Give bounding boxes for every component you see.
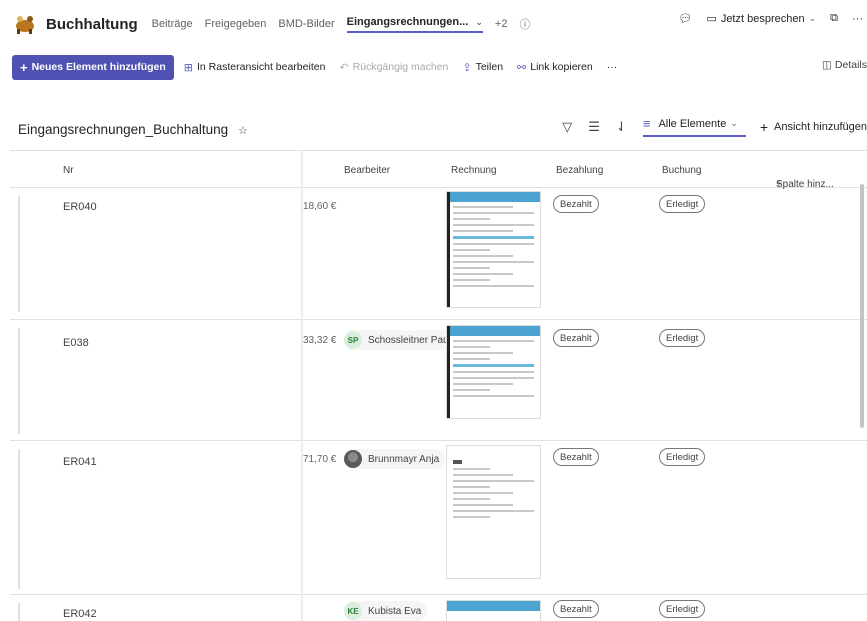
info-icon[interactable]: ⓘ [519,16,530,32]
grid-header: Nr Bearbeiter Rechnung Bezahlung Buchung… [10,151,867,190]
add-view-button[interactable]: + Ansicht hinzufügen [760,119,867,135]
row-selector[interactable] [18,196,20,312]
tab-eingangsrechnungen[interactable]: Eingangsrechnungen... ⌄ [346,15,483,33]
person-chip[interactable]: SP Schossleitner Paul [344,330,457,350]
details-label: Details [834,59,867,71]
status-badge-buchung[interactable]: Erledigt [659,195,706,213]
table-row[interactable]: ER042 KE Kubista Eva Bezahlt Erledigt [10,595,867,621]
copy-link-button[interactable]: ⚯ Link kopieren [517,61,593,74]
person-name: Brunnmayr Anja [368,453,440,465]
grid-edit-button[interactable]: ⊞ In Rasteransicht bearbeiten [184,61,326,74]
column-header-rechnung[interactable]: Rechnung [451,165,497,176]
view-bar: Eingangsrechnungen_Buchhaltung ☆ ▽ ☰ ⇃ ≡… [0,114,867,146]
details-button[interactable]: ◫ Details [822,59,867,71]
chevron-down-icon: ⌄ [808,13,817,23]
meeting-controls: 💬︎ ▭ Jetzt besprechen ⌄ ⧉ ··· [678,12,867,25]
share-label: Teilen [475,61,504,73]
avatar: SP [344,331,362,349]
vertical-scrollbar[interactable] [860,184,864,428]
tab-eingangsrechnungen-label: Eingangsrechnungen... [346,15,469,28]
chat-icon[interactable]: 💬︎ [678,12,692,25]
table-row[interactable]: ER041 71,70 € Brunnmayr Anja Bezahlt Erl… [10,441,867,595]
list-grid: Nr Bearbeiter Rechnung Bezahlung Buchung… [10,150,867,621]
invoice-thumbnail[interactable] [446,445,541,579]
grid-edit-label: In Rasteransicht bearbeiten [197,61,326,73]
share-screen-icon[interactable]: ⧉ [830,12,838,25]
row-selector[interactable] [18,449,20,589]
meet-now-button[interactable]: ▭ Jetzt besprechen ⌄ [706,12,817,26]
status-badge-buchung[interactable]: Erledigt [659,448,706,466]
top-bar: Buchhaltung Beiträge Freigegeben BMD-Bil… [0,0,867,48]
row-selector[interactable] [18,603,20,621]
view-selector[interactable]: ≡ Alle Elemente ⌄ [642,116,746,137]
cell-nr: ER041 [63,456,97,468]
person-chip[interactable]: Brunnmayr Anja [344,449,446,469]
add-view-label: Ansicht hinzufügen [774,120,867,133]
more-commands-button[interactable]: ··· [607,61,618,73]
column-header-bezahlung[interactable]: Bezahlung [556,165,603,176]
filter-icon[interactable]: ▽ [562,119,572,135]
team-logo-icon [12,13,38,35]
command-bar: + Neues Element hinzufügen ⊞ In Rasteran… [0,53,867,81]
person-name: Kubista Eva [368,605,422,617]
app-title[interactable]: Buchhaltung [46,16,138,33]
table-row[interactable]: E038 33,32 € SP Schossleitner Paul Bezah… [10,320,867,441]
status-badge-buchung[interactable]: Erledigt [659,329,706,347]
cell-nr: ER042 [63,608,97,620]
copy-link-label: Link kopieren [530,61,593,73]
view-selector-label: Alle Elemente [658,117,727,130]
chevron-down-icon[interactable]: ⌄ [475,17,483,27]
tab-freigegeben[interactable]: Freigegeben [205,18,267,30]
undo-icon: ↶ [339,61,349,74]
cell-amount: 18,60 € [303,201,337,212]
share-button[interactable]: ⇪ Teilen [462,61,503,74]
person-chip[interactable]: KE Kubista Eva [344,601,428,621]
status-badge-bezahlung[interactable]: Bezahlt [553,448,599,466]
group-icon[interactable]: ☰ [588,119,600,135]
share-icon: ⇪ [462,61,472,74]
invoice-thumbnail[interactable] [446,191,541,308]
invoice-thumbnail[interactable] [446,325,541,419]
tab-beitraege[interactable]: Beiträge [152,18,193,30]
column-header-buchung[interactable]: Buchung [662,165,701,176]
list-title: Eingangsrechnungen_Buchhaltung ☆ [18,122,248,137]
sort-icon[interactable]: ⇃ [616,119,627,135]
meet-now-label: Jetzt besprechen [720,12,805,25]
row-selector[interactable] [18,328,20,434]
status-badge-buchung[interactable]: Erledigt [659,600,706,618]
cell-amount: 33,32 € [303,335,337,346]
chevron-down-icon: ⌄ [730,118,738,128]
status-badge-bezahlung[interactable]: Bezahlt [553,329,599,347]
more-tabs-button[interactable]: +2 [495,18,508,30]
video-icon: ▭ [706,13,717,25]
star-icon[interactable]: ☆ [238,125,248,137]
plus-icon: + [20,59,28,75]
view-tools: ▽ ☰ ⇃ ≡ Alle Elemente ⌄ + Ansicht hinzuf… [562,116,867,137]
column-header-bearbeiter[interactable]: Bearbeiter [344,165,390,176]
plus-icon: + [759,118,769,135]
frozen-column-divider [301,151,303,621]
tab-bmd-bilder[interactable]: BMD-Bilder [278,18,334,30]
invoice-thumbnail[interactable] [446,600,541,621]
more-options-icon[interactable]: ··· [852,13,863,25]
list-title-text: Eingangsrechnungen_Buchhaltung [18,122,229,137]
undo-label: Rückgängig machen [352,61,449,73]
undo-button[interactable]: ↶ Rückgängig machen [339,61,448,74]
link-icon: ⚯ [517,61,527,74]
new-item-button[interactable]: + Neues Element hinzufügen [12,54,174,80]
table-row[interactable]: ER040 18,60 € Bezahlt Erledigt [10,188,867,320]
cell-nr: ER040 [63,201,97,213]
list-view-icon: ≡ [642,116,651,131]
new-item-label: Neues Element hinzufügen [31,61,166,73]
cell-amount: 71,70 € [303,454,337,465]
status-badge-bezahlung[interactable]: Bezahlt [553,195,599,213]
cell-nr: E038 [63,337,89,349]
person-name: Schossleitner Paul [368,334,451,346]
avatar [344,450,362,468]
avatar: KE [344,602,362,620]
status-badge-bezahlung[interactable]: Bezahlt [553,600,599,618]
column-header-nr[interactable]: Nr [63,165,74,176]
details-icon: ◫ [822,59,832,71]
grid-icon: ⊞ [183,61,193,74]
